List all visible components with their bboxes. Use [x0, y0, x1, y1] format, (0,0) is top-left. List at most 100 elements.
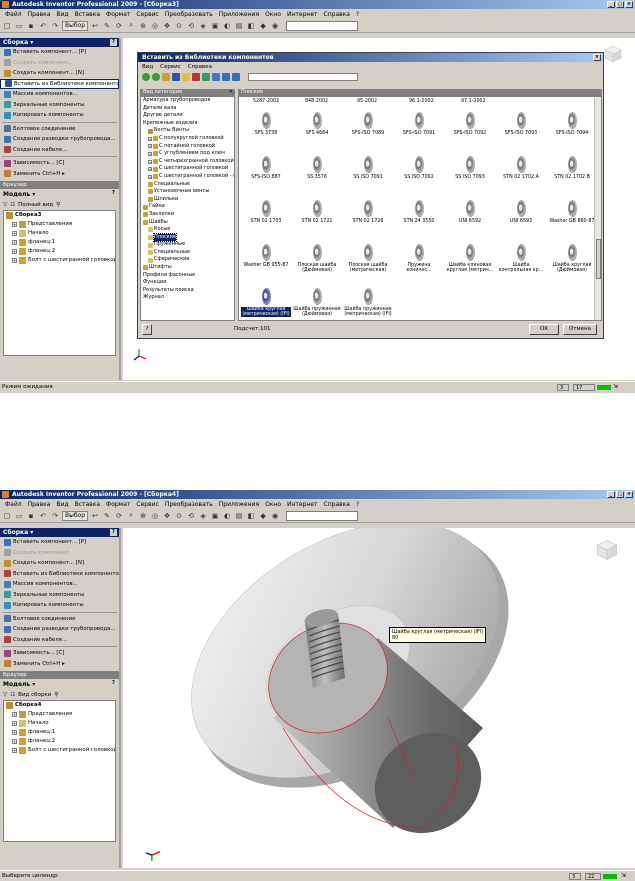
- category-expand-icon[interactable]: +: [148, 159, 152, 164]
- pan-icon[interactable]: ✥: [162, 511, 172, 521]
- tree-expand-icon[interactable]: +: [12, 739, 17, 744]
- open-file-icon[interactable]: ▭: [14, 511, 24, 521]
- tree-node[interactable]: + фланец:1: [4, 238, 115, 247]
- dialog-search-input[interactable]: [248, 72, 358, 81]
- component-item[interactable]: SFS-ISO 7094: [547, 109, 597, 149]
- tree-node[interactable]: + Болт с шестигранной головкой - метр: [4, 256, 115, 265]
- grid-top-label[interactable]: 95-2002: [357, 99, 377, 104]
- component-item[interactable]: Плоская шайба (метрическая): [343, 241, 393, 281]
- sketch-icon[interactable]: ✎: [102, 511, 112, 521]
- cancel-button[interactable]: Отмена: [563, 324, 597, 335]
- category-node[interactable]: Функции: [141, 279, 234, 287]
- rotate-icon[interactable]: ⟲: [186, 511, 196, 521]
- menu-item[interactable]: Файл: [2, 501, 25, 508]
- assembly-command[interactable]: Массив компонентов...: [0, 89, 119, 100]
- tree-expand-icon[interactable]: +: [12, 249, 17, 254]
- category-node[interactable]: Косые: [141, 226, 234, 234]
- category-node[interactable]: Болты Винты: [141, 127, 234, 135]
- display-mode-icon[interactable]: ▣: [210, 511, 220, 521]
- category-expand-icon[interactable]: +: [148, 167, 152, 172]
- grid-top-label[interactable]: 97.1-2002: [461, 99, 486, 104]
- tree-node[interactable]: + фланец:1: [4, 728, 115, 737]
- undo-icon[interactable]: ↶: [38, 21, 48, 31]
- category-expand-icon[interactable]: +: [148, 151, 152, 156]
- tree-node[interactable]: + Болт с шестигранной головкой - метр: [4, 746, 115, 755]
- category-close-icon[interactable]: ✕: [229, 89, 233, 96]
- category-node[interactable]: + С шестигранной головкой - фл: [141, 173, 234, 181]
- view-list-icon[interactable]: [222, 72, 230, 81]
- category-expand-icon[interactable]: +: [148, 136, 152, 141]
- close-button[interactable]: ×: [625, 491, 633, 498]
- ok-button[interactable]: OK: [529, 324, 559, 335]
- tree-expand-icon[interactable]: +: [12, 721, 17, 726]
- minimize-button[interactable]: _: [607, 1, 615, 8]
- assembly-command[interactable]: Вставить из Библиотеки компонентов...: [0, 78, 119, 89]
- category-node[interactable]: Плоские: [141, 232, 234, 243]
- pan-icon[interactable]: ✥: [162, 21, 172, 31]
- component-item[interactable]: Пружина коничес...: [394, 241, 444, 281]
- dialog-menu-item[interactable]: Справка: [188, 64, 212, 70]
- view-icons-icon[interactable]: [212, 72, 220, 81]
- browser-help-icon[interactable]: ?: [110, 190, 117, 197]
- category-node[interactable]: + С потайной головкой: [141, 143, 234, 151]
- assembly-command[interactable]: Создать компонент... [N]: [0, 558, 119, 569]
- assembly-command[interactable]: Вставить компонент... [P]: [0, 47, 119, 58]
- save-icon[interactable]: ▪: [26, 21, 36, 31]
- menu-item[interactable]: Приложения: [216, 501, 262, 508]
- tree-expand-icon[interactable]: +: [12, 712, 17, 717]
- menu-item[interactable]: Вид: [53, 11, 71, 18]
- tree-expand-icon[interactable]: +: [12, 240, 17, 245]
- category-node[interactable]: + С углублением под ключ: [141, 150, 234, 158]
- menu-item[interactable]: Преобразовать: [162, 501, 216, 508]
- open-file-icon[interactable]: ▭: [14, 21, 24, 31]
- component-item[interactable]: Шайба контрольная кр...: [496, 241, 546, 281]
- component-item[interactable]: Шайба пружинная (Дюймовая): [292, 285, 342, 320]
- assembly-panel-header[interactable]: Сборка ▾ ?: [0, 528, 119, 537]
- menu-item[interactable]: Формат: [103, 11, 133, 18]
- category-node[interactable]: Профили фасонные: [141, 272, 234, 280]
- dialog-help-button[interactable]: ?: [142, 324, 152, 335]
- tree-node[interactable]: + Начало: [4, 229, 115, 238]
- tree-expand-icon[interactable]: +: [12, 258, 17, 263]
- assembly-command[interactable]: Вставить компонент... [P]: [0, 537, 119, 548]
- category-node[interactable]: + С полукруглой головкой: [141, 135, 234, 143]
- zoom-selected-icon[interactable]: ⊙: [174, 21, 184, 31]
- menu-item[interactable]: Приложения: [216, 11, 262, 18]
- viewcube-icon[interactable]: [603, 44, 623, 64]
- component-item[interactable]: Washer GB 955-87: [241, 241, 291, 281]
- tree-node[interactable]: Сборка3: [4, 211, 115, 220]
- component-item[interactable]: Шайба круглая (Дюймовая): [547, 241, 597, 281]
- assembly-command[interactable]: Создать компонент... [N]: [0, 68, 119, 79]
- sectional-view-icon[interactable]: ◧: [246, 511, 256, 521]
- color-icon[interactable]: ◉: [270, 21, 280, 31]
- find-icon[interactable]: ⚲: [54, 692, 58, 698]
- up-folder-icon[interactable]: [162, 72, 170, 81]
- display-mode-icon[interactable]: ▣: [210, 21, 220, 31]
- shadow-icon[interactable]: ◐: [222, 21, 232, 31]
- menu-item[interactable]: Окно: [262, 501, 284, 508]
- tree-toggle-icon[interactable]: [202, 72, 210, 81]
- zoom-all-icon[interactable]: ⌕: [126, 21, 136, 31]
- tree-node[interactable]: + Начало: [4, 719, 115, 728]
- category-node[interactable]: Журнал: [141, 294, 234, 302]
- assembly-command[interactable]: Зеркальные компоненты: [0, 590, 119, 601]
- resize-grip-icon[interactable]: ⇲: [621, 872, 626, 879]
- tree-expand-icon[interactable]: +: [12, 231, 17, 236]
- component-item[interactable]: SS ISO 7093: [445, 153, 495, 193]
- view-mode-dropdown[interactable]: Вид сборки: [18, 692, 51, 698]
- assembly-command[interactable]: Создание кабеля...: [0, 635, 119, 646]
- category-node[interactable]: Другие детали: [141, 112, 234, 120]
- look-at-icon[interactable]: ◈: [198, 21, 208, 31]
- assembly-command[interactable]: Зеркальные компоненты: [0, 100, 119, 111]
- component-item[interactable]: Шайба круглая (метрическая) (IFI): [241, 285, 291, 320]
- redo-icon[interactable]: ↷: [50, 21, 60, 31]
- menu-item[interactable]: Окно: [262, 11, 284, 18]
- select-button[interactable]: Выбор: [62, 510, 89, 521]
- tree-expand-icon[interactable]: +: [12, 730, 17, 735]
- component-item[interactable]: STN 02 1702 A: [496, 153, 546, 193]
- close-button[interactable]: ×: [625, 1, 633, 8]
- tree-expand-icon[interactable]: +: [12, 222, 17, 227]
- return-icon[interactable]: ↩: [90, 511, 100, 521]
- category-node[interactable]: Заклепки: [141, 211, 234, 219]
- component-item[interactable]: SFS 3738: [241, 109, 291, 149]
